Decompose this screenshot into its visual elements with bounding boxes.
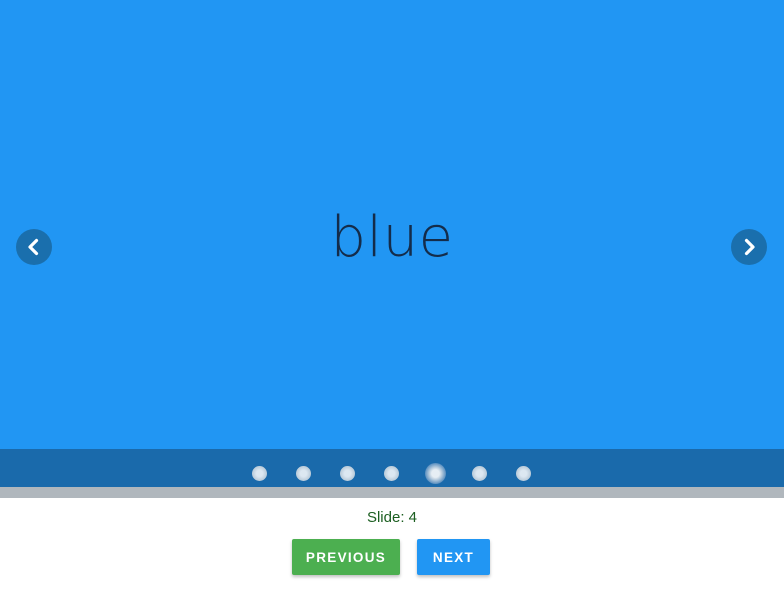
slide-status-text: Slide: 4	[366, 509, 418, 526]
next-button[interactable]: NEXT	[417, 539, 490, 575]
carousel-slide: blue	[0, 0, 784, 449]
slide-text: blue	[330, 205, 454, 270]
carousel-next-arrow[interactable]	[731, 229, 767, 265]
previous-button[interactable]: PREVIOUS	[292, 539, 400, 575]
chevron-left-icon	[28, 238, 39, 256]
carousel-dot-6[interactable]	[472, 466, 487, 481]
carousel-dot-5-active[interactable]	[425, 463, 446, 484]
carousel-dot-3[interactable]	[340, 466, 355, 481]
chevron-right-icon	[744, 238, 755, 256]
carousel: blue	[0, 0, 784, 498]
carousel-dot-2[interactable]	[296, 466, 311, 481]
carousel-dot-7[interactable]	[516, 466, 531, 481]
horizontal-scrollbar[interactable]	[0, 487, 784, 498]
carousel-prev-arrow[interactable]	[16, 229, 52, 265]
carousel-indicators	[0, 449, 784, 487]
carousel-dot-1[interactable]	[252, 466, 267, 481]
carousel-dot-4[interactable]	[384, 466, 399, 481]
